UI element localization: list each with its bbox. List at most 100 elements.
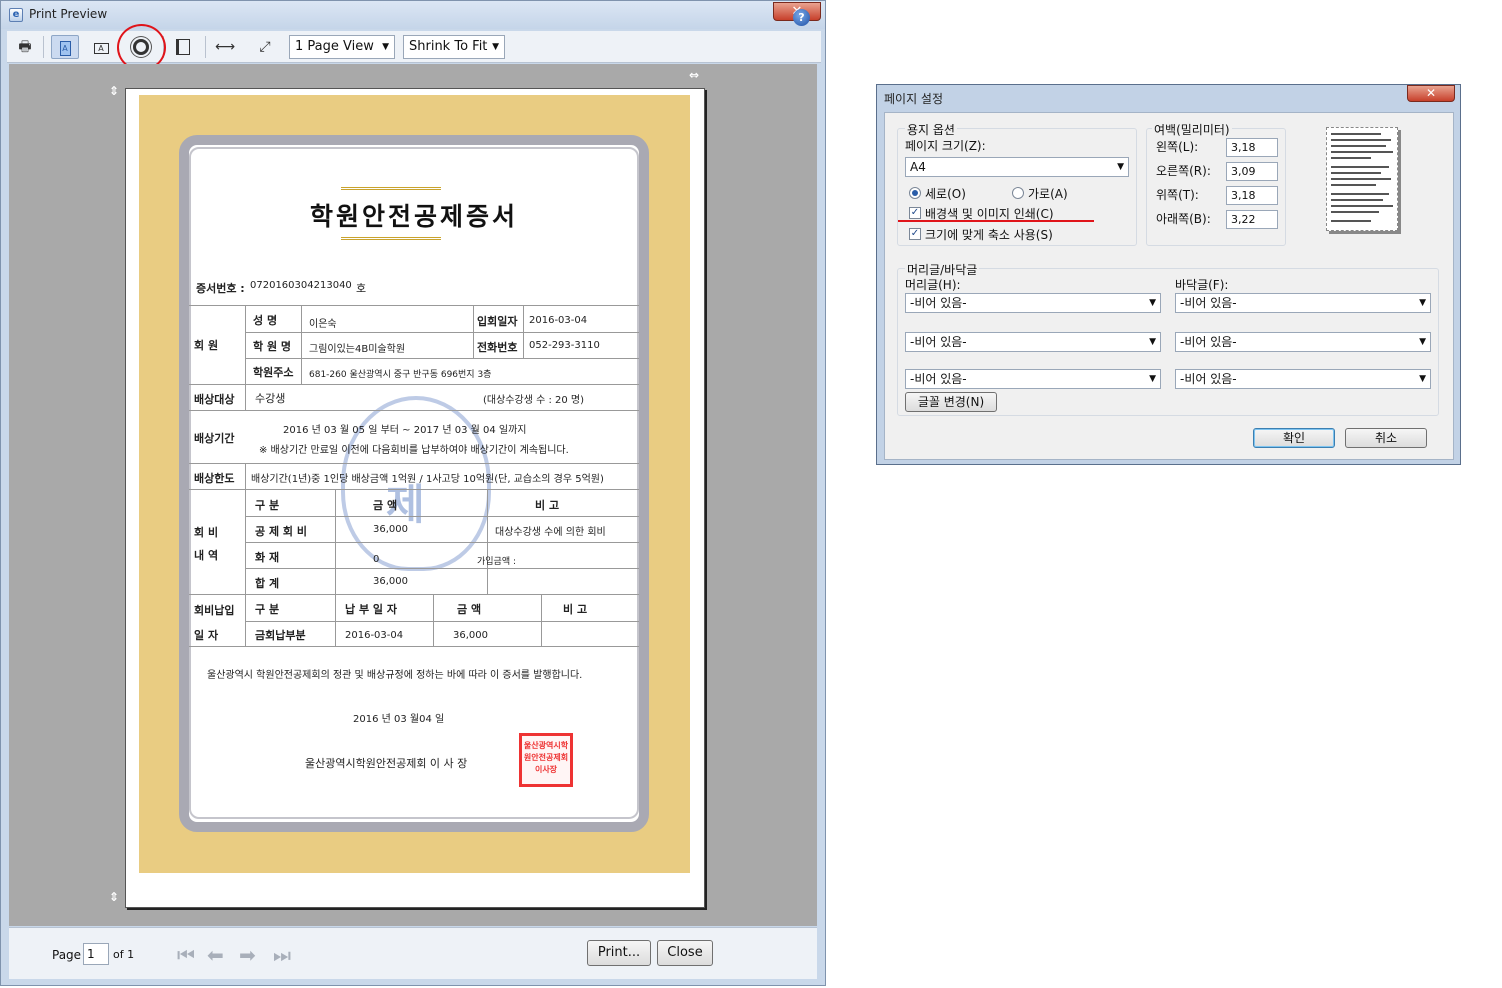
bottom-label: 아래쪽(B): [1156,212,1211,226]
phone-label: 전화번호 [477,341,518,354]
shrink-select[interactable]: Shrink To Fit ▼ [403,35,505,59]
pay-col-amt: 금 액 [457,603,482,616]
pay-col-div: 구 분 [255,603,280,616]
paper-size-value: A4 [910,160,926,174]
header-3-value: -비어 있음- [910,372,967,386]
print-button[interactable]: Print... [587,940,651,966]
fee-col-note: 비 고 [535,499,560,512]
fee-row1-note: 대상수강생 수에 의한 회비 [495,527,606,538]
bottom-margin-input[interactable]: 3,22 [1226,210,1278,229]
address-value: 681-260 울산광역시 중구 반구동 696번지 3층 [309,370,492,380]
red-stamp: 울산광역시학원안전공제회이사장 [519,733,573,787]
full-width-icon[interactable]: ⟷ [211,35,239,59]
next-page-icon[interactable]: ➡ [239,943,256,967]
join-date: 2016-03-04 [529,315,588,326]
print-icon[interactable]: 🖶 [11,35,39,59]
page-view-select[interactable]: 1 Page View ▼ [289,35,395,59]
cert-no-suffix: 호 [356,282,367,295]
footer-label: 바닥글(F): [1175,278,1229,292]
header-2-value: -비어 있음- [910,335,967,349]
footer-select-2[interactable]: -비어 있음- ▼ [1175,332,1431,352]
target-value: 수강생 [255,392,286,405]
portrait-icon[interactable]: A [51,35,79,59]
red-underline [898,220,1094,222]
landscape-radio[interactable] [1012,187,1024,199]
fee-row3-amt: 36,000 [373,576,408,587]
limit-label: 배상한도 [194,472,235,485]
chevron-down-icon: ▼ [1419,374,1426,384]
chevron-down-icon: ▼ [1149,298,1156,308]
left-margin-input[interactable]: 3,18 [1226,138,1278,157]
header-select-1[interactable]: -비어 있음- ▼ [905,293,1161,313]
right-margin-input[interactable]: 3,09 [1226,162,1278,181]
header-select-2[interactable]: -비어 있음- ▼ [905,332,1161,352]
fee-col-amt: 금 액 [373,499,398,512]
full-page-icon[interactable]: ⤢ [251,35,279,59]
margin-group-label: 여백(밀리미터) [1152,121,1232,138]
help-icon[interactable]: ? [793,9,810,26]
footer-1-value: -비어 있음- [1180,296,1237,310]
ok-button[interactable]: 확인 [1253,428,1335,448]
pay-col-note: 비 고 [563,603,588,616]
fee-row2: 화 재 [255,551,280,564]
pay-amt: 36,000 [453,630,488,641]
fee-label-1: 회 비 [194,526,219,539]
margin-handle[interactable]: ⇕ [109,890,119,904]
landscape-icon[interactable]: A [87,35,115,59]
academy-value: 그림이있는4B미술학원 [309,344,406,355]
margin-handle[interactable]: ⇕ [109,84,119,98]
fee-row1-amt: 36,000 [373,524,408,535]
page-thumbnail [1326,127,1398,231]
change-font-button[interactable]: 글꼴 변경(N) [905,392,997,412]
footer-select-3[interactable]: -비어 있음- ▼ [1175,369,1431,389]
pay-label-1: 회비납입 [194,604,235,617]
fee-row1: 공 제 회 비 [255,525,307,538]
header-select-3[interactable]: -비어 있음- ▼ [905,369,1161,389]
member-label: 회 원 [194,339,219,352]
chevron-down-icon: ▼ [492,42,499,52]
shrink-checkbox[interactable]: ✓ [909,228,921,240]
fee-row2-note: 가입금액 : [477,557,517,567]
header-1-value: -비어 있음- [910,296,967,310]
paper-group-label: 용지 옵션 [905,121,957,138]
portrait-radio[interactable] [909,187,921,199]
fee-col-div: 구 분 [255,499,280,512]
target-count: (대상수강생 수 : 20 명) [483,395,585,406]
page-input[interactable]: 1 [83,943,109,965]
paper-size-select[interactable]: A4 ▼ [905,157,1129,177]
name-value: 이은숙 [309,319,337,330]
period-value: 2016 년 03 월 05 일 부터 ~ 2017 년 03 월 04 일까지 [283,425,527,436]
last-page-icon[interactable]: ⏭ [273,943,291,967]
dialog-close-button[interactable]: ✕ [1407,85,1455,102]
margin-handle[interactable]: ⇔ [689,68,699,82]
dialog-title: 페이지 설정 [884,92,944,106]
portrait-label: 세로(O) [925,187,966,201]
target-label: 배상대상 [194,393,235,406]
close-button[interactable]: Close [657,940,713,966]
name-label: 성 명 [253,314,278,327]
print-bg-checkbox[interactable]: ✓ [909,207,921,219]
page-of: of 1 [113,948,135,961]
issuer: 울산광역시학원안전공제회 이 사 장 [305,757,468,770]
ornament-bottom [341,237,441,240]
header-label: 머리글(H): [905,278,961,292]
cancel-button[interactable]: 취소 [1345,428,1427,448]
chevron-down-icon: ▼ [1419,298,1426,308]
period-note: ※ 배상기간 만료일 이전에 다음회비를 납부하여야 배상기간이 계속됩니다. [259,445,569,456]
footer-2-value: -비어 있음- [1180,335,1237,349]
landscape-label: 가로(A) [1028,187,1068,201]
ie-icon: e [9,8,23,22]
ornament-top [341,187,441,190]
top-margin-input[interactable]: 3,18 [1226,186,1278,205]
fee-row3: 합 계 [255,577,280,590]
first-page-icon[interactable]: ⏮ [177,943,195,967]
certificate-title: 학원안전공제증서 [309,202,518,231]
header-footer-icon[interactable] [169,35,197,59]
footer-select-1[interactable]: -비어 있음- ▼ [1175,293,1431,313]
pay-date: 2016-03-04 [345,630,404,641]
join-label: 입회일자 [477,315,518,328]
prev-page-icon[interactable]: ⬅ [207,943,224,967]
chevron-down-icon: ▼ [1419,337,1426,347]
footer-3-value: -비어 있음- [1180,372,1237,386]
pay-col-date: 납 부 일 자 [345,603,397,616]
